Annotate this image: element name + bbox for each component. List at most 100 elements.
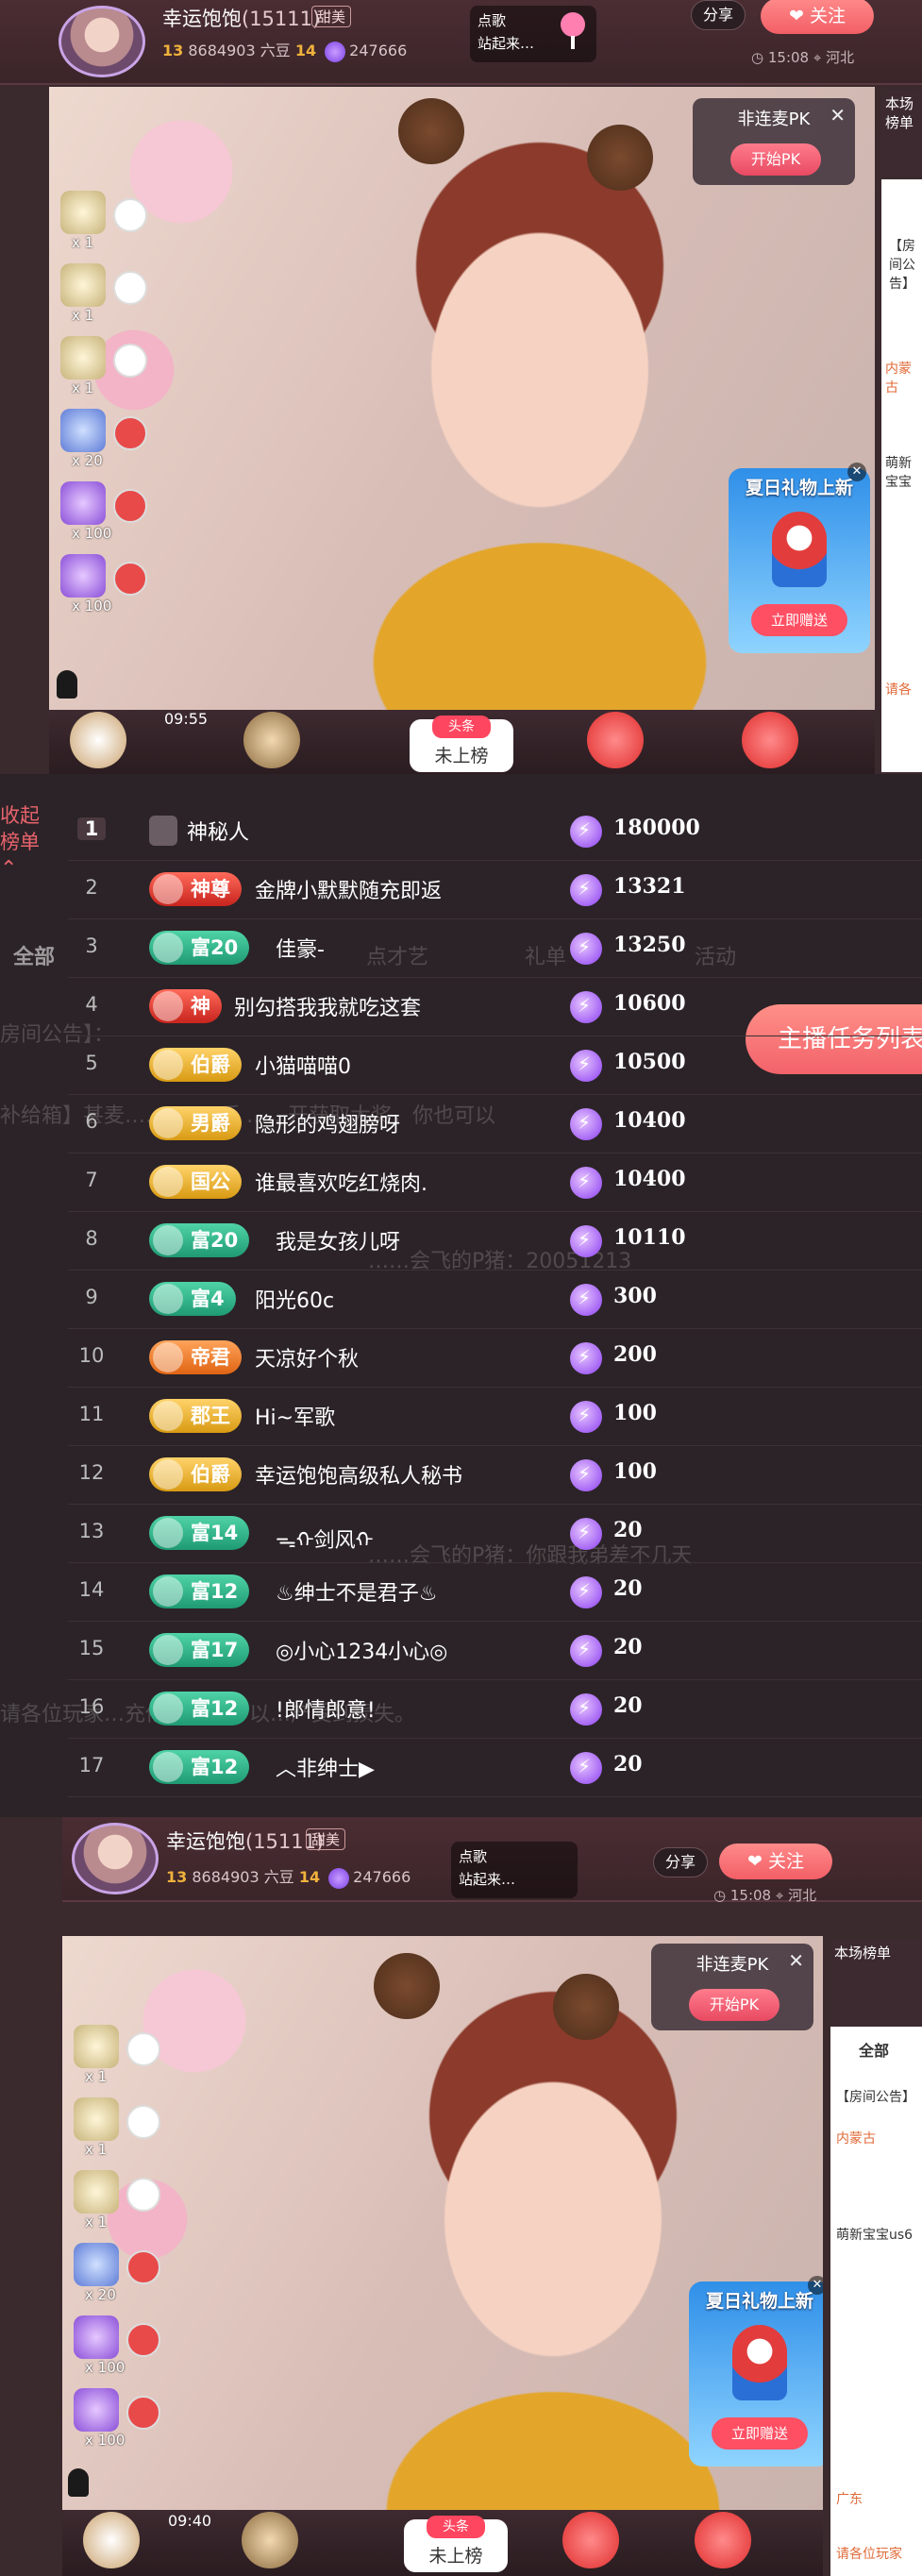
close-icon[interactable]: ✕ (788, 1949, 804, 1972)
lightning-coin-icon (570, 1752, 602, 1784)
headline-unranked[interactable]: 头条 未上榜 (404, 2516, 508, 2572)
gift-row[interactable]: x 100 (64, 2308, 168, 2381)
follow-button[interactable]: ❤ 关注 (761, 0, 874, 34)
ranking-row[interactable]: 17 富12 ︿非绅士▶ 20 (68, 1739, 922, 1797)
avatar (126, 2396, 160, 2430)
mystery-avatar-icon (149, 816, 177, 846)
avatar[interactable] (243, 712, 300, 768)
ranking-row[interactable]: 4 神别勾搭我我就吃这套 10600 (68, 978, 922, 1036)
ranking-row[interactable]: 9 富4 阳光60c 300 (68, 1271, 922, 1329)
ranking-row[interactable]: 8 富20 我是女孩儿呀 10110 (68, 1212, 922, 1271)
rank-number: 14 (78, 1578, 105, 1601)
microphone-icon[interactable] (68, 2468, 89, 2497)
rank-number: 3 (85, 934, 98, 957)
smile-icon[interactable] (695, 2512, 751, 2568)
rank-value: 10400 (613, 1108, 686, 1133)
gift-row[interactable]: x 100 (51, 474, 155, 547)
rank-user-name: 谁最喜欢吃红烧肉. (255, 1172, 427, 1196)
anchor-avatar[interactable] (59, 6, 145, 77)
lightning-coin-icon (570, 1576, 602, 1608)
ranking-row[interactable]: 14 富12 ♨绅士不是君子♨ 20 (68, 1563, 922, 1622)
lightning-coin-icon (570, 933, 602, 965)
rank-title-badge: 郡王 (149, 1399, 242, 1433)
stream-view-top: 幸运饱饱(15111) 甜美 13 8684903 六豆 14 247666 点… (0, 0, 922, 774)
crown-badge-icon (60, 336, 106, 379)
anchor-tag: 甜美 (306, 1828, 346, 1850)
gift-row[interactable]: x 100 (64, 2381, 168, 2453)
gift-row[interactable]: x 1 (64, 2017, 168, 2090)
rank-user-name: 神秘人 (187, 821, 250, 845)
avatar (126, 2105, 160, 2139)
rank-user-name: 别勾搭我我就吃这套 (234, 997, 422, 1020)
gift-row[interactable]: x 20 (51, 401, 155, 474)
summer-gift-promo[interactable]: ✕ 夏日礼物上新 立即赠送 (689, 2276, 823, 2467)
rank-value: 200 (613, 1342, 657, 1367)
gift-row[interactable]: x 1 (64, 2163, 168, 2235)
smile-icon[interactable] (742, 712, 798, 768)
lightning-coin-icon (570, 1167, 602, 1199)
super-sofa-icon[interactable] (70, 712, 126, 768)
anchor-tag: 甜美 (311, 6, 352, 27)
start-pk-button[interactable]: 开始PK (689, 1989, 780, 2021)
share-button[interactable]: 分享 (653, 1847, 708, 1877)
gift-row[interactable]: x 1 (51, 328, 155, 401)
ranking-row[interactable]: 11 郡王 Hi~军歌 100 (68, 1388, 922, 1446)
start-pk-button[interactable]: 开始PK (730, 143, 821, 176)
rank-number: 16 (78, 1695, 105, 1718)
ranking-row[interactable]: 15 富17 ◎小心1234小心◎ 20 (68, 1622, 922, 1680)
rank-user-name: Hi~军歌 (255, 1406, 336, 1430)
follow-button[interactable]: ❤ 关注 (719, 1844, 832, 1879)
super-sofa-icon[interactable] (83, 2512, 140, 2568)
rank-title-badge: 伯爵 (149, 1457, 242, 1491)
gift-row[interactable]: x 1 (51, 183, 155, 256)
ranking-row[interactable]: 3 富20 佳豪- 13250 (68, 919, 922, 978)
pk-card: 非连麦PK ✕ 开始PK (651, 1944, 813, 2030)
rank-number: 5 (85, 1052, 98, 1074)
pk-card: 非连麦PK ✕ 开始PK (693, 98, 855, 185)
stream-meta: ◷ 15:08 ⌖ 河北 (751, 49, 855, 66)
board-title[interactable]: 本场榜单 (881, 91, 922, 176)
video-stream[interactable]: 非连麦PK ✕ 开始PK ✕ 夏日礼物上新 立即赠送 (62, 1936, 823, 2521)
ranking-overlay: 全部 点才艺 礼单 活动 房间公告】： 补给箱】甚麦……5000币 ……开获取大… (0, 774, 922, 1817)
rank-number: 10 (78, 1344, 105, 1367)
microphone-icon[interactable] (57, 670, 77, 699)
smile-icon[interactable] (562, 2512, 619, 2568)
crown-badge-icon (74, 2097, 119, 2141)
ranking-row[interactable]: 16 富12 !郎情郎意! 20 (68, 1680, 922, 1739)
headline-unranked[interactable]: 头条 未上榜 (410, 716, 513, 772)
rank-title-badge: 富12 (149, 1750, 250, 1784)
ranking-row[interactable]: 10 帝君天凉好个秋 200 (68, 1329, 922, 1388)
send-gift-button[interactable]: 立即赠送 (712, 2417, 808, 2450)
ranking-row[interactable]: 13 富14 ᯓᡣ剑风ᡣ 20 (68, 1505, 922, 1563)
gift-icon (74, 2388, 119, 2432)
gift-row[interactable]: x 1 (51, 256, 155, 328)
song-request[interactable]: 点歌 站起来… (451, 1842, 578, 1898)
share-button[interactable]: 分享 (691, 0, 746, 30)
gift-icon (60, 481, 106, 525)
avatar[interactable] (242, 2512, 298, 2568)
send-gift-button[interactable]: 立即赠送 (751, 604, 847, 636)
ranking-row[interactable]: 1 神秘人 180000 (68, 802, 922, 861)
board-title[interactable]: 本场榜单 (830, 1940, 922, 2025)
smile-icon[interactable] (587, 712, 644, 768)
close-icon[interactable]: ✕ (830, 104, 846, 126)
avatar (113, 344, 147, 378)
gift-row[interactable]: x 100 (51, 547, 155, 619)
ranking-row[interactable]: 5 伯爵小猫喵喵0 10500 (68, 1036, 922, 1095)
gift-row[interactable]: x 20 (64, 2235, 168, 2308)
bear-ear-left (374, 1953, 440, 2019)
chevron-up-icon[interactable]: ⌃ (0, 857, 17, 881)
gift-row[interactable]: x 1 (64, 2090, 168, 2163)
video-stream[interactable]: 非连麦PK ✕ 开始PK ✕ 夏日礼物上新 立即赠送 (49, 87, 875, 710)
summer-gift-promo[interactable]: ✕ 夏日礼物上新 立即赠送 (729, 463, 870, 653)
anchor-avatar[interactable] (72, 1823, 159, 1894)
rank-user-name: 天凉好个秋 (255, 1348, 360, 1372)
lightning-coin-icon (570, 874, 602, 906)
ranking-row[interactable]: 7 国公谁最喜欢吃红烧肉. 10400 (68, 1153, 922, 1212)
lightning-coin-icon (570, 1225, 602, 1257)
ranking-row[interactable]: 2 神尊金牌小默默随充即返 13321 (68, 861, 922, 919)
ranking-row[interactable]: 12 伯爵幸运饱饱高级私人秘书 100 (68, 1446, 922, 1505)
crown-badge-icon (74, 2025, 119, 2068)
ranking-row[interactable]: 6 男爵隐形的鸡翅膀呀 10400 (68, 1095, 922, 1153)
collapse-ranking-button[interactable]: 收起 榜单 (0, 802, 40, 855)
